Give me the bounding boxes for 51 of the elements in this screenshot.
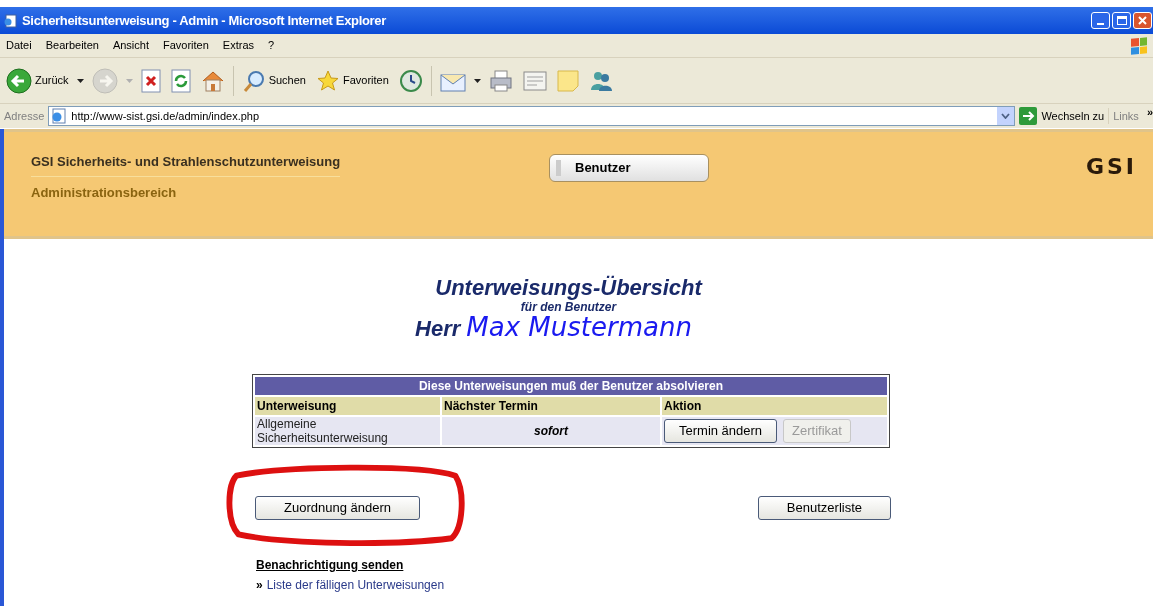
- user-name: Max Mustermann: [466, 314, 692, 340]
- bullet-mark: »: [256, 577, 263, 594]
- overview-subheading: für den Benutzer: [520, 301, 617, 314]
- address-field[interactable]: http://www-sist.gsi.de/admin/index.php: [48, 106, 1016, 126]
- table-cell: sofort: [442, 417, 660, 445]
- column-header: Nächster Termin: [442, 397, 660, 415]
- form-button[interactable]: Benutzerliste: [757, 496, 891, 520]
- maximize-button[interactable]: [1112, 12, 1131, 29]
- chevron-down-icon: [1001, 113, 1011, 119]
- dropdown-arrow-icon[interactable]: [473, 78, 481, 83]
- dropdown-button[interactable]: [997, 107, 1015, 125]
- link[interactable]: Liste der fälligen Unterweisungen: [266, 576, 445, 594]
- printer-icon[interactable]: [488, 68, 513, 93]
- site-subtitle: Administrationsbereich: [31, 183, 178, 202]
- clock-icon[interactable]: [398, 68, 423, 93]
- refresh-icon[interactable]: [170, 68, 191, 93]
- close-icon: [1138, 16, 1147, 25]
- salutation: Herr: [415, 316, 461, 342]
- column-header: Aktion: [662, 397, 887, 415]
- page-icon: [4, 13, 18, 28]
- page-icon: [51, 108, 68, 124]
- dropdown-arrow-icon[interactable]: [76, 78, 84, 83]
- go-button[interactable]: Wechseln zu: [1015, 107, 1109, 125]
- window-title: Sicherheitsunterweisung - Admin - Microsoft Internet Explorer: [22, 11, 386, 30]
- notification-heading: Benachrichtigung senden: [256, 557, 405, 574]
- menu-item[interactable]: Extras: [222, 37, 255, 54]
- overview-heading: Unterweisungs-Übersicht: [435, 275, 702, 301]
- people-icon[interactable]: [588, 69, 613, 92]
- menu-item[interactable]: Datei: [6, 37, 32, 54]
- search-button[interactable]: Suchen: [239, 63, 308, 98]
- action-button[interactable]: Termin ändern: [664, 419, 778, 443]
- favorites-button[interactable]: Favoriten: [313, 63, 391, 98]
- nav-button[interactable]: Benutzer: [549, 154, 709, 182]
- close-button[interactable]: [1133, 12, 1152, 29]
- back-button[interactable]: Zurück: [4, 63, 71, 98]
- address-label: Adresse: [4, 108, 45, 124]
- form-button[interactable]: Zuordnung ändern: [255, 496, 420, 520]
- table-caption: Diese Unterweisungen muß der Benutzer absolvieren: [255, 377, 887, 395]
- gsi-logo: GSI: [1085, 153, 1137, 178]
- menu-item[interactable]: ?: [268, 37, 275, 54]
- stop-icon[interactable]: [140, 68, 161, 93]
- arrow-right-icon: [1019, 107, 1038, 125]
- minimize-button[interactable]: [1091, 12, 1110, 29]
- table-cell: Allgemeine Sicherheitsunterweisung: [255, 417, 440, 445]
- site-title: GSI Sicherheits- und Strahlenschutzunterweisung: [31, 152, 341, 177]
- more-chevron[interactable]: »: [1146, 104, 1153, 121]
- menu-item[interactable]: Ansicht: [112, 37, 149, 54]
- menu-item[interactable]: Bearbeiten: [45, 37, 99, 54]
- column-header: Unterweisung: [255, 397, 440, 415]
- menu-item[interactable]: Favoriten: [163, 37, 209, 54]
- windows-logo-icon: [1131, 36, 1147, 55]
